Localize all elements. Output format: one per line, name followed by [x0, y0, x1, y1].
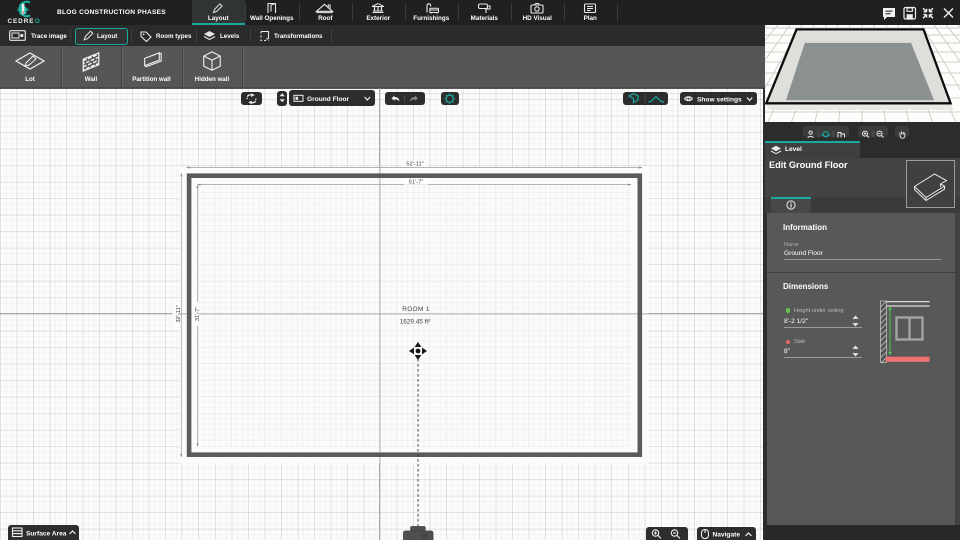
- svg-text:Surface Area: Surface Area: [26, 530, 67, 537]
- svg-text:Ground Floor: Ground Floor: [307, 96, 350, 103]
- svg-text:51'-7": 51'-7": [409, 180, 424, 186]
- svg-text:Navigate: Navigate: [713, 532, 741, 539]
- svg-text:O: O: [35, 18, 40, 25]
- svg-text:Show settings: Show settings: [697, 96, 742, 103]
- svg-text:31'-7": 31'-7": [195, 307, 201, 322]
- svg-text:32'-11": 32'-11": [176, 305, 182, 323]
- svg-text:CEDRE: CEDRE: [8, 18, 35, 25]
- svg-text:1629.45 ft²: 1629.45 ft²: [400, 319, 431, 326]
- svg-text:ROOM 1: ROOM 1: [402, 306, 430, 313]
- svg-text:52'-11": 52'-11": [406, 162, 424, 168]
